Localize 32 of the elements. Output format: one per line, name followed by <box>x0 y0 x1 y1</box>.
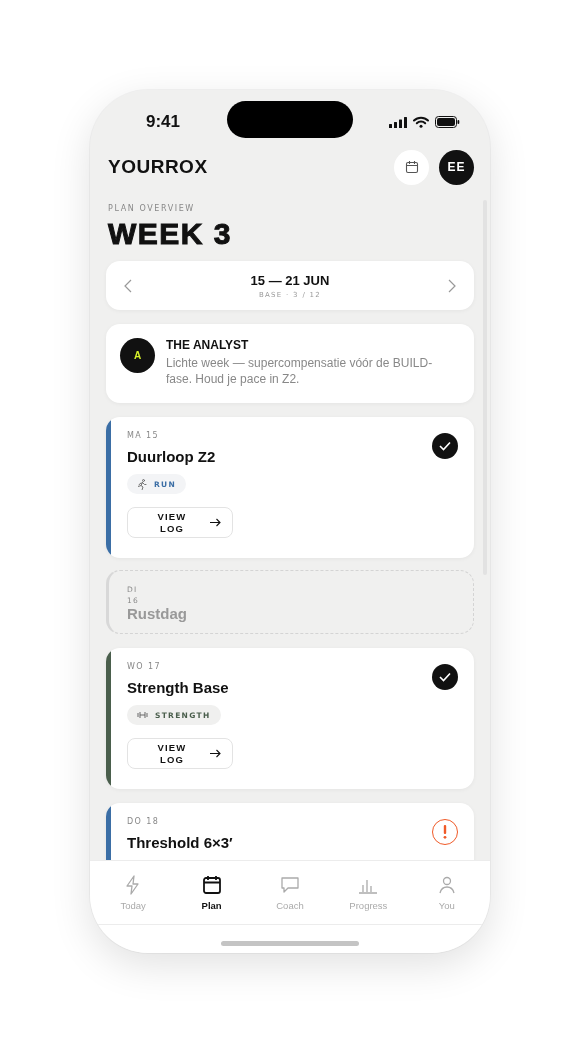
arrow-right-icon <box>210 518 221 527</box>
view-log-button[interactable]: VIEW LOG <box>127 507 233 538</box>
day-label: MA 15 <box>127 431 160 440</box>
coach-name: THE ANALYST <box>166 338 250 352</box>
profile-avatar[interactable]: EE <box>439 150 474 185</box>
section-label: PLAN OVERVIEW <box>108 204 196 213</box>
battery-icon <box>435 116 460 128</box>
status-time: 9:41 <box>146 112 181 132</box>
dumbbell-icon <box>137 711 148 719</box>
day-label: WO 17 <box>127 662 161 671</box>
workout-title: Threshold 6×3′ <box>127 834 233 851</box>
page-title: WEEK 3 <box>108 217 234 251</box>
signal-icon <box>389 116 407 128</box>
week-range: 15 — 21 JUN <box>250 272 330 288</box>
app-logo: YOURROX <box>108 156 208 178</box>
workout-title: Duurloop Z2 <box>127 448 216 465</box>
rest-day-title: Rustdag <box>127 606 188 622</box>
coach-avatar: A <box>120 338 155 373</box>
coach-message: Lichte week — supercompensatie vóór de BUILD-fase. Houd je pace in Z2. <box>166 355 434 387</box>
tab-bar-item[interactable]: Plan <box>176 874 247 911</box>
previous-week-button[interactable] <box>124 278 132 293</box>
workout-card[interactable]: DO 18 Threshold 6×3′ <box>106 803 474 860</box>
wifi-icon <box>413 116 429 128</box>
next-week-button[interactable] <box>448 278 456 293</box>
calendar-button[interactable] <box>394 150 429 185</box>
workout-title: Strength Base <box>127 679 229 696</box>
calendar-icon <box>404 160 419 174</box>
arrow-right-icon <box>210 749 221 758</box>
view-log-button[interactable]: VIEW LOG <box>127 738 233 769</box>
runner-icon <box>137 478 147 490</box>
calendar-icon <box>200 874 223 896</box>
day-label: DO 18 <box>127 817 160 826</box>
